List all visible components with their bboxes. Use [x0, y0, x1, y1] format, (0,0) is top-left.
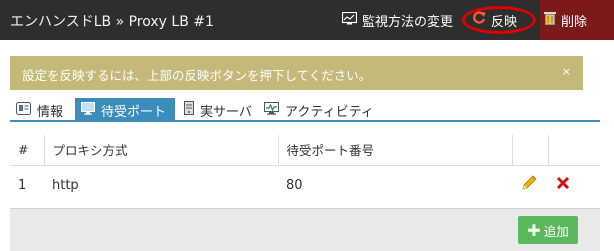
row-number: 1 [18, 177, 27, 193]
row-proxy-method: http [52, 177, 79, 193]
column-header-proxy-method: プロキシ方式 [43, 135, 278, 166]
page-title: エンハンスドLB » Proxy LB #1 [10, 14, 214, 30]
delete-label: 削除 [561, 14, 588, 30]
table-row: 1 http 80 [10, 165, 600, 205]
column-header-number: # [10, 135, 44, 166]
tab-info-label: 情報 [37, 104, 64, 120]
tab-activity[interactable]: アクティビティ [258, 98, 380, 122]
tab-activity-label: アクティビティ [285, 104, 374, 120]
add-button[interactable]: ✚ 追加 [518, 216, 578, 244]
top-header: エンハンスドLB » Proxy LB #1 監視方法の変更 反映 削除 [0, 0, 614, 40]
apply-notice-alert: 設定を反映するには、上部の反映ボタンを押下してください。 × [10, 56, 583, 90]
refresh-icon [472, 11, 486, 29]
tab-bar: 情報 待受ポート 実サーバ アクティビティ [10, 98, 600, 122]
table-footer: ✚ 追加 [10, 208, 600, 251]
column-header-edit [511, 135, 548, 166]
monitor-icon [81, 101, 95, 119]
column-header-listen-port: 待受ポート番号 [277, 135, 512, 166]
apply-button[interactable]: 反映 [472, 0, 517, 40]
add-label: 追加 [543, 223, 569, 239]
plus-icon: ✚ [527, 220, 541, 240]
pencil-icon [520, 175, 538, 196]
activity-monitor-icon [264, 101, 279, 119]
table-header-row: # プロキシ方式 待受ポート番号 [10, 135, 600, 166]
tab-real-servers-label: 実サーバ [200, 104, 252, 120]
close-icon[interactable]: × [562, 65, 571, 78]
tab-listen-ports[interactable]: 待受ポート [75, 98, 175, 122]
delete-button[interactable]: 削除 [540, 0, 614, 40]
right-margin [600, 40, 614, 251]
delete-x-icon [556, 177, 570, 194]
alert-message: 設定を反映するには、上部の反映ボタンを押下してください。 [22, 68, 372, 83]
row-listen-port: 80 [286, 177, 303, 193]
tab-listen-ports-label: 待受ポート [101, 104, 167, 120]
column-header-delete [547, 135, 600, 166]
tab-info[interactable]: 情報 [10, 98, 69, 122]
apply-label: 反映 [491, 14, 518, 30]
trash-icon [544, 11, 556, 29]
server-icon [184, 101, 194, 119]
edit-row-button[interactable] [512, 165, 548, 205]
change-monitoring-label: 監視方法の変更 [362, 14, 454, 30]
tab-real-servers[interactable]: 実サーバ [178, 98, 258, 122]
listen-ports-table: # プロキシ方式 待受ポート番号 1 http 80 [10, 135, 600, 205]
change-monitoring-button[interactable]: 監視方法の変更 [341, 0, 454, 40]
delete-row-button[interactable] [548, 165, 600, 205]
info-card-icon [16, 101, 31, 119]
monitor-chart-icon [341, 11, 358, 29]
